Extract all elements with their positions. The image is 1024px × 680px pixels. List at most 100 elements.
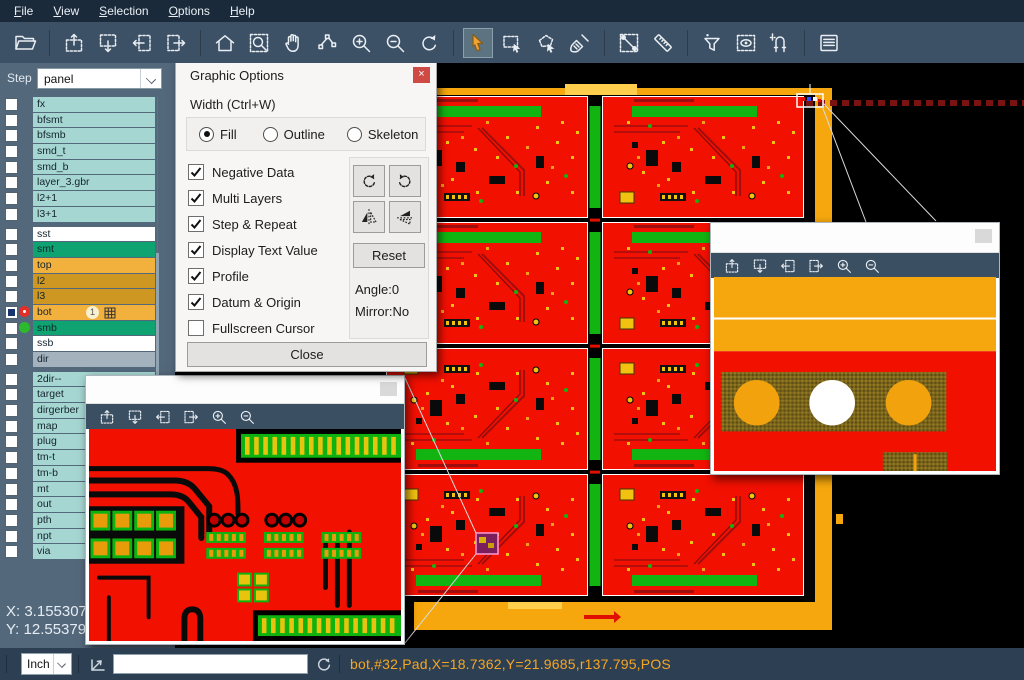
magnifier-title-bar[interactable] xyxy=(86,376,404,404)
checkbox-negative-data[interactable]: Negative Data xyxy=(188,159,318,185)
layer-checkbox[interactable] xyxy=(5,306,18,319)
magnifier-tool-move-right-icon[interactable] xyxy=(802,255,830,277)
layer-row-l2[interactable]: l2 xyxy=(0,274,175,289)
layer-row-dir[interactable]: dir xyxy=(0,352,175,367)
magnifier-view[interactable] xyxy=(89,429,401,641)
layer-row-bfsmt[interactable]: bfsmt xyxy=(0,113,175,128)
magnifier-tool-move-up-icon[interactable] xyxy=(93,406,121,428)
sidebar-scrollbar-thumb[interactable] xyxy=(156,253,159,393)
layer-row-bot[interactable]: bot1 xyxy=(0,305,175,320)
rotate-cw-button[interactable] xyxy=(353,165,385,197)
checkbox-multi-layers[interactable]: Multi Layers xyxy=(188,185,318,211)
layer-checkbox[interactable] xyxy=(5,498,18,511)
close-icon[interactable]: × xyxy=(413,67,430,83)
magnifier-tool-zoom-out-icon[interactable] xyxy=(858,255,886,277)
layer-checkbox[interactable] xyxy=(5,98,18,111)
magnifier-tool-zoom-out-icon[interactable] xyxy=(233,406,261,428)
tool-select-cursor-icon[interactable] xyxy=(463,28,493,58)
layer-row-smt[interactable]: smt xyxy=(0,242,175,257)
close-button[interactable]: Close xyxy=(187,342,427,367)
tool-move-up-icon[interactable] xyxy=(59,28,89,58)
layer-checkbox[interactable] xyxy=(5,514,18,527)
layer-checkbox[interactable] xyxy=(5,114,18,127)
tool-move-left-icon[interactable] xyxy=(127,28,157,58)
unit-select[interactable]: Inch xyxy=(21,653,72,675)
layer-checkbox[interactable] xyxy=(5,337,18,350)
tool-measure-path-icon[interactable] xyxy=(312,28,342,58)
reset-button[interactable]: Reset xyxy=(353,243,425,268)
menu-file[interactable]: File xyxy=(4,2,43,20)
magnifier-title-bar[interactable] xyxy=(711,223,999,253)
layer-row-l2+1[interactable]: l2+1 xyxy=(0,191,175,206)
layer-checkbox[interactable] xyxy=(5,208,18,221)
layer-checkbox[interactable] xyxy=(5,322,18,335)
tool-move-down-icon[interactable] xyxy=(93,28,123,58)
layer-checkbox[interactable] xyxy=(5,373,18,386)
layer-row-bfsmb[interactable]: bfsmb xyxy=(0,128,175,143)
menu-view[interactable]: View xyxy=(43,2,89,20)
layer-row-l3+1[interactable]: l3+1 xyxy=(0,207,175,222)
layer-row-smd_t[interactable]: smd_t xyxy=(0,144,175,159)
tool-ruler-icon[interactable] xyxy=(648,28,678,58)
magnifier-view[interactable] xyxy=(714,277,996,471)
mirror-horizontal-button[interactable] xyxy=(353,201,385,233)
layer-checkbox[interactable] xyxy=(5,176,18,189)
layer-checkbox[interactable] xyxy=(5,530,18,543)
layer-checkbox[interactable] xyxy=(5,388,18,401)
tool-select-rectangle-icon[interactable] xyxy=(497,28,527,58)
tool-zoom-out-icon[interactable] xyxy=(380,28,410,58)
layer-checkbox[interactable] xyxy=(5,228,18,241)
magnifier-tool-zoom-in-icon[interactable] xyxy=(205,406,233,428)
radio-outline[interactable]: Outline xyxy=(263,127,325,142)
layer-checkbox[interactable] xyxy=(5,483,18,496)
radio-fill[interactable]: Fill xyxy=(199,127,237,142)
layer-checkbox[interactable] xyxy=(5,145,18,158)
magnifier-tool-zoom-in-icon[interactable] xyxy=(830,255,858,277)
layer-checkbox[interactable] xyxy=(5,420,18,433)
layer-row-smd_b[interactable]: smd_b xyxy=(0,160,175,175)
tool-filter-icon[interactable] xyxy=(697,28,727,58)
checkbox-step-repeat[interactable]: Step & Repeat xyxy=(188,211,318,237)
tool-home-view-icon[interactable] xyxy=(210,28,240,58)
checkbox-fullscreen-cursor[interactable]: Fullscreen Cursor xyxy=(188,315,318,341)
layer-checkbox[interactable] xyxy=(5,161,18,174)
magnifier-tool-move-down-icon[interactable] xyxy=(121,406,149,428)
window-button[interactable] xyxy=(975,229,992,243)
menu-options[interactable]: Options xyxy=(159,2,220,20)
layer-checkbox[interactable] xyxy=(5,353,18,366)
layer-checkbox[interactable] xyxy=(5,290,18,303)
tool-view-options-icon[interactable] xyxy=(731,28,761,58)
layer-checkbox[interactable] xyxy=(5,259,18,272)
layer-checkbox[interactable] xyxy=(5,243,18,256)
menu-help[interactable]: Help xyxy=(220,2,265,20)
checkbox-profile[interactable]: Profile xyxy=(188,263,318,289)
tool-zoom-window-icon[interactable] xyxy=(244,28,274,58)
checkbox-display-text-value[interactable]: Display Text Value xyxy=(188,237,318,263)
tool-zoom-previous-icon[interactable] xyxy=(414,28,444,58)
layer-checkbox[interactable] xyxy=(5,192,18,205)
command-input[interactable] xyxy=(113,654,308,674)
rotate-ccw-button[interactable] xyxy=(389,165,421,197)
layer-checkbox[interactable] xyxy=(5,451,18,464)
step-select[interactable]: panel xyxy=(37,68,162,89)
checkbox-datum-origin[interactable]: Datum & Origin xyxy=(188,289,318,315)
layer-checkbox[interactable] xyxy=(5,129,18,142)
mirror-vertical-button[interactable] xyxy=(389,201,421,233)
tool-open-folder-icon[interactable] xyxy=(10,28,40,58)
layer-checkbox[interactable] xyxy=(5,404,18,417)
tool-select-polygon-icon[interactable] xyxy=(531,28,561,58)
layer-checkbox[interactable] xyxy=(5,435,18,448)
magnifier-tool-move-up-icon[interactable] xyxy=(718,255,746,277)
tool-layers-panel-icon[interactable] xyxy=(814,28,844,58)
magnifier-tool-move-down-icon[interactable] xyxy=(746,255,774,277)
radio-skeleton[interactable]: Skeleton xyxy=(347,127,419,142)
magnifier-tool-move-left-icon[interactable] xyxy=(149,406,177,428)
layer-row-l3[interactable]: l3 xyxy=(0,289,175,304)
corner-measure-icon[interactable] xyxy=(88,654,108,674)
layer-row-layer_3.gbr[interactable]: layer_3.gbr xyxy=(0,175,175,190)
menu-selection[interactable]: Selection xyxy=(89,2,158,20)
tool-move-right-icon[interactable] xyxy=(161,28,191,58)
layer-row-ssb[interactable]: ssb xyxy=(0,336,175,351)
layer-row-top[interactable]: top xyxy=(0,258,175,273)
tool-pan-hand-icon[interactable] xyxy=(278,28,308,58)
